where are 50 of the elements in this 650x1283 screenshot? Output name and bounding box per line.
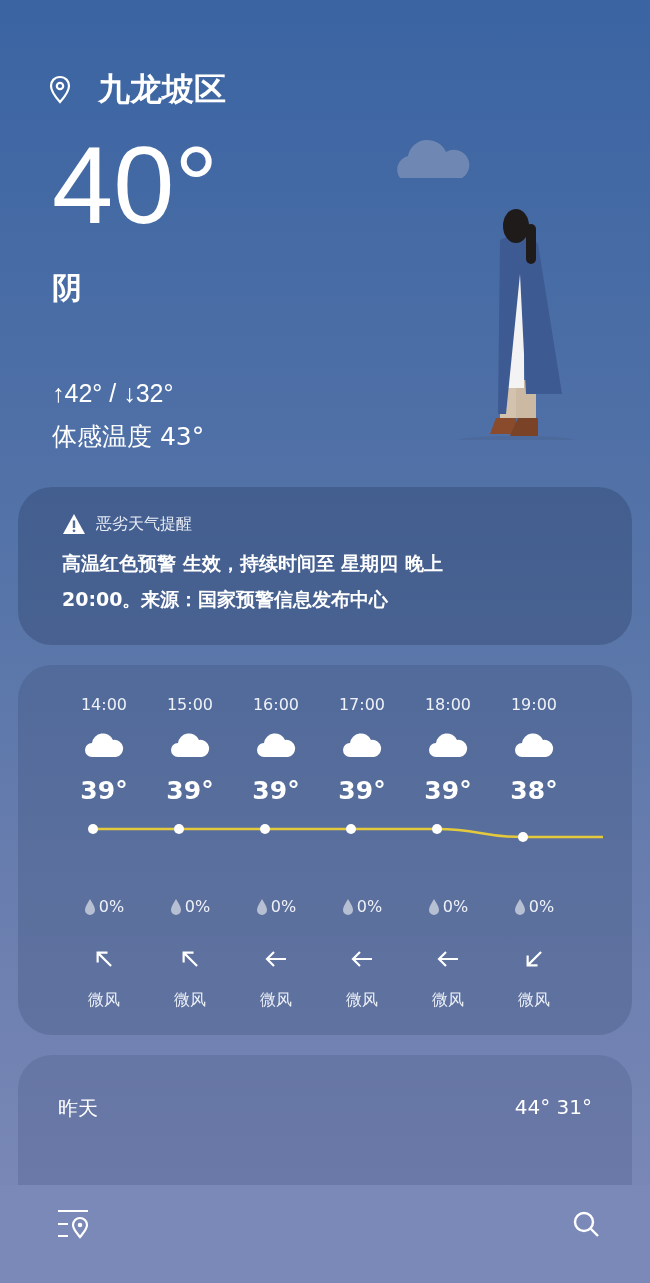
cloud-icon — [514, 732, 554, 758]
locations-list-icon[interactable] — [58, 1209, 90, 1239]
alert-message: 高温红色预警 生效，持续时间至 星期四 晚上 20:00。来源：国家预警信息发布中心 — [62, 551, 444, 612]
alert-card[interactable]: 恶劣天气提醒 高温红色预警 生效，持续时间至 星期四 晚上 20:00。来源：国家预警信息发布中心 — [18, 487, 632, 645]
rain-chance: 0% — [528, 897, 555, 916]
hour-temperature: 39° — [166, 776, 214, 805]
day-label: 昨天 — [58, 1095, 98, 1122]
day-temperatures: 44° 31° — [514, 1095, 592, 1121]
high-low-temperature: ↑42° / ↓32° — [52, 379, 175, 408]
raindrop-icon — [83, 897, 96, 916]
raindrop-icon — [255, 897, 268, 916]
alert-title: 恶劣天气提醒 — [96, 513, 192, 535]
hour-temperature: 39° — [252, 776, 300, 805]
cloud-icon — [170, 732, 210, 758]
rain-chance: 0% — [184, 897, 211, 916]
weather-condition: 阴 — [52, 269, 83, 307]
wind-strength: 微风 — [346, 990, 378, 1011]
wind-strength: 微风 — [518, 990, 550, 1011]
rain-chance: 0% — [98, 897, 125, 916]
cloud-icon — [84, 732, 124, 758]
wind-strength: 微风 — [174, 990, 206, 1011]
cloud-icon — [428, 732, 468, 758]
rain-chance: 0% — [442, 897, 469, 916]
hour-time: 16:00 — [251, 695, 301, 714]
hour-time: 19:00 — [509, 695, 559, 714]
hour-temperature: 39° — [80, 776, 128, 805]
current-temperature: 40° — [52, 130, 219, 240]
hour-time: 15:00 — [165, 695, 215, 714]
hour-time: 17:00 — [337, 695, 387, 714]
hour-temperature: 39° — [338, 776, 386, 805]
raindrop-icon — [513, 897, 526, 916]
location-name[interactable]: 九龙坡区 — [98, 68, 226, 112]
hour-temperature: 39° — [424, 776, 472, 805]
cloud-icon — [342, 732, 382, 758]
hour-time: 14:00 — [79, 695, 129, 714]
wind-strength: 微风 — [88, 990, 120, 1011]
rain-chance: 0% — [356, 897, 383, 916]
raindrop-icon — [427, 897, 440, 916]
rain-chance: 0% — [270, 897, 297, 916]
raindrop-icon — [341, 897, 354, 916]
warning-icon — [62, 513, 86, 535]
location-pin-icon — [48, 75, 72, 105]
hour-temperature: 38° — [510, 776, 558, 805]
wind-strength: 微风 — [260, 990, 292, 1011]
cloud-icon — [256, 732, 296, 758]
raindrop-icon — [169, 897, 182, 916]
search-icon[interactable] — [572, 1210, 600, 1238]
hour-time: 18:00 — [423, 695, 473, 714]
wind-strength: 微风 — [432, 990, 464, 1011]
feels-like-temperature: 体感温度 43° — [52, 421, 206, 453]
